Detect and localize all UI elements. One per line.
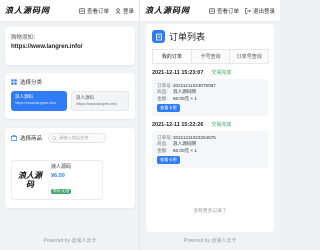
- product-stock-badge: 库存:无限: [51, 189, 72, 194]
- category-title: 选择分类: [5, 73, 135, 86]
- list-icon: [209, 7, 215, 14]
- product-search-input[interactable]: 请输入商品名称: [48, 133, 107, 143]
- notice-url[interactable]: https://www.langren.info/: [5, 41, 135, 50]
- category-item-active[interactable]: 浪人源码 https://www.langren.info/: [11, 91, 67, 111]
- notice-label: 购物须知：: [11, 35, 39, 41]
- login-link[interactable]: 登录: [115, 7, 134, 15]
- user-icon: [115, 7, 121, 14]
- view-orders-label: 查看订单: [86, 8, 109, 15]
- logout-link[interactable]: 退出登录: [245, 7, 275, 15]
- category-sub: https://www.langren.info/: [15, 101, 57, 105]
- orders-card: 订单列表 我的订单 卡号查询 订单号查询 2021-12-11 15:23:07…: [146, 24, 274, 232]
- order-amount: 66.00元 × 1: [173, 147, 197, 153]
- order-amount-label: 金额:: [157, 95, 168, 101]
- tab-order-query[interactable]: 订单号查询: [229, 49, 270, 63]
- tab-my-orders[interactable]: 我的订单: [152, 49, 192, 63]
- product-image: 浪人源码: [15, 165, 45, 195]
- top-bar: 浪人源码网 查看订单 退出登录: [140, 0, 280, 22]
- view-orders-link[interactable]: 查看订单: [79, 7, 109, 15]
- product-price: ¥6.00: [51, 173, 65, 179]
- orders-icon: [152, 30, 165, 43]
- order-amount-label: 金额:: [157, 147, 168, 153]
- view-orders-label: 查看订单: [216, 8, 239, 15]
- list-icon: [79, 7, 85, 14]
- products-card: 选择商品 请输入商品名称 浪人源码 浪人源码 ¥6.00 库存:无限: [5, 128, 135, 208]
- search-icon: [52, 135, 57, 141]
- top-bar: 浪人源码网 查看订单 登录: [0, 0, 139, 22]
- grid-icon: [11, 79, 17, 85]
- orders-header: 订单列表: [146, 24, 274, 43]
- order-time: 2021-12-11 15:23:07: [152, 69, 204, 76]
- order-tabs: 我的订单 卡号查询 订单号查询: [152, 49, 270, 64]
- order-status: 交易完成: [211, 70, 232, 76]
- orders-pane: 浪人源码网 查看订单 退出登录 订单列表 我的订单 卡号查询 订单号查询 202…: [140, 0, 280, 250]
- logout-label: 退出登录: [252, 8, 275, 15]
- shop-pane: 浪人源码网 查看订单 登录 购物须知： https://www.langren.…: [0, 0, 140, 250]
- tab-card-query[interactable]: 卡号查询: [190, 49, 231, 63]
- view-card-button[interactable]: 查看卡密: [157, 103, 180, 113]
- no-more-records: 没有更多记录了: [193, 209, 227, 214]
- view-card-button[interactable]: 查看卡密: [157, 156, 180, 165]
- search-placeholder: 请输入商品名称: [59, 135, 89, 140]
- site-logo[interactable]: 浪人源码网: [145, 5, 190, 16]
- footer-text: Powered by @浪人云卡: [43, 238, 97, 244]
- order-item: 2021-12-11 15:23:07 交易完成 订单号: 20211211023…: [152, 69, 268, 117]
- category-card: 选择分类 浪人源码 https://www.langren.info/ 浪人源码…: [5, 73, 135, 119]
- product-item[interactable]: 浪人源码 浪人源码 ¥6.00 库存:无限: [11, 160, 103, 200]
- order-status: 交易完成: [211, 122, 232, 129]
- notice-card: 购物须知： https://www.langren.info/: [5, 27, 135, 65]
- login-label: 登录: [122, 8, 134, 15]
- box-icon: [11, 135, 17, 141]
- category-title-label: 选择分类: [20, 80, 43, 86]
- category-item[interactable]: 浪人源码 https://www.langren.info/: [71, 91, 129, 111]
- view-orders-link[interactable]: 查看订单: [209, 7, 239, 15]
- category-sub: https://www.langren.info/: [76, 102, 118, 106]
- orders-title: 订单列表: [169, 32, 206, 42]
- order-amount: 66.00元 × 1: [173, 95, 197, 101]
- footer-text: Powered by @浪人云卡: [183, 238, 237, 244]
- site-logo[interactable]: 浪人源码网: [5, 5, 50, 16]
- product-name: 浪人源码: [51, 164, 72, 170]
- order-item: 2021-12-11 15:22:26 交易完成 订单号: 20211211022…: [152, 121, 268, 169]
- order-time: 2021-12-11 15:22:26: [152, 121, 204, 128]
- products-title-label: 选择商品: [20, 136, 43, 142]
- products-title: 选择商品 请输入商品名称: [5, 128, 135, 143]
- logout-icon: [245, 7, 251, 14]
